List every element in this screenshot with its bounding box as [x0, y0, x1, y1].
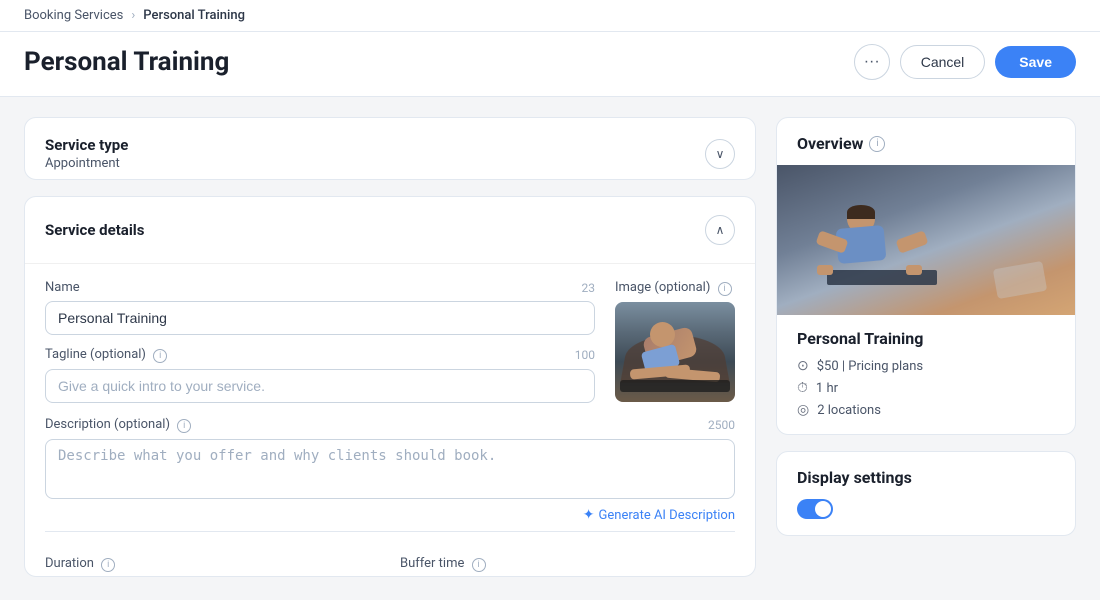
- description-textarea[interactable]: [45, 439, 735, 499]
- image-upload-box[interactable]: [615, 302, 735, 402]
- clock-icon: ⏱: [797, 380, 808, 396]
- sparkle-icon: ✦: [583, 507, 595, 523]
- service-details-card-header: Service details ∧: [25, 197, 755, 263]
- duration-buffer-row: Duration i 30 minutes 45 minutes 1 hour …: [45, 540, 735, 577]
- name-group: Name 23 Tagline (optional) i 100: [45, 280, 595, 403]
- breadcrumb-current: Personal Training: [143, 8, 245, 23]
- tagline-group: Tagline (optional) i 100: [45, 347, 595, 403]
- overview-img-inner: [777, 165, 1075, 315]
- name-label: Name: [45, 280, 80, 295]
- save-button[interactable]: Save: [995, 46, 1076, 78]
- location-icon: ◎: [797, 402, 809, 418]
- service-type-heading: Service type: [45, 136, 128, 154]
- page-title: Personal Training: [24, 47, 229, 77]
- buffer-label: Buffer time i: [400, 556, 486, 572]
- overview-meta: ⊙ $50 | Pricing plans ⏱ 1 hr ◎ 2 locatio…: [797, 358, 1055, 418]
- overview-body: Personal Training ⊙ $50 | Pricing plans …: [777, 315, 1075, 434]
- side-panel: Overview i: [776, 117, 1076, 577]
- tagline-info-icon[interactable]: i: [153, 349, 167, 363]
- description-char-count: 2500: [708, 418, 735, 432]
- service-type-collapse-button[interactable]: ∨: [705, 139, 735, 169]
- overview-locations: 2 locations: [817, 403, 881, 418]
- duration-label-row: Duration i: [45, 556, 380, 572]
- tagline-label-row: Tagline (optional) i 100: [45, 347, 595, 363]
- buffer-group: Buffer time i None 5 minutes 10 minutes …: [400, 556, 735, 577]
- breadcrumb-bar: Booking Services › Personal Training: [0, 0, 1100, 32]
- image-label-row: Image (optional) i: [615, 280, 735, 296]
- display-settings-title: Display settings: [797, 468, 1055, 487]
- display-toggle-row: [797, 499, 1055, 519]
- description-label-row: Description (optional) i 2500: [45, 417, 735, 433]
- service-type-card: Service type Appointment ∨: [24, 117, 756, 180]
- tagline-label: Tagline (optional) i: [45, 347, 167, 363]
- cancel-button[interactable]: Cancel: [900, 45, 986, 79]
- name-char-count: 23: [582, 281, 596, 295]
- image-upload-group: Image (optional) i: [615, 280, 735, 403]
- service-details-card: Service details ∧ Name 23: [24, 196, 756, 577]
- service-type-info: Service type Appointment: [45, 136, 128, 171]
- money-icon: ⊙: [797, 358, 809, 374]
- breadcrumb-parent[interactable]: Booking Services: [24, 8, 123, 23]
- service-details-info: Service details: [45, 221, 144, 239]
- overview-locations-item: ◎ 2 locations: [797, 402, 1055, 418]
- buffer-info-icon[interactable]: i: [472, 558, 486, 572]
- service-details-heading: Service details: [45, 221, 144, 239]
- tagline-char-count: 100: [575, 348, 595, 362]
- overview-title: Overview: [797, 134, 863, 153]
- description-group: Description (optional) i 2500 ✦ Generate…: [45, 417, 735, 523]
- overview-info-icon[interactable]: i: [869, 136, 885, 152]
- display-settings-card: Display settings: [776, 451, 1076, 536]
- name-label-row: Name 23: [45, 280, 595, 295]
- overview-duration-item: ⏱ 1 hr: [797, 380, 1055, 396]
- service-type-value: Appointment: [45, 156, 128, 171]
- display-toggle-switch[interactable]: [797, 499, 833, 519]
- overview-card: Overview i: [776, 117, 1076, 435]
- overview-price: $50 | Pricing plans: [817, 359, 923, 374]
- duration-info-icon[interactable]: i: [101, 558, 115, 572]
- content-area: Service type Appointment ∨ Service detai…: [0, 97, 1100, 597]
- image-label: Image (optional) i: [615, 280, 732, 296]
- overview-duration: 1 hr: [816, 381, 838, 396]
- tagline-input[interactable]: [45, 369, 595, 403]
- duration-label: Duration i: [45, 556, 115, 572]
- overview-header: Overview i: [777, 118, 1075, 165]
- name-image-row: Name 23 Tagline (optional) i 100: [45, 264, 735, 403]
- breadcrumb-separator: ›: [131, 8, 135, 23]
- page-header: Personal Training ··· Cancel Save: [0, 32, 1100, 97]
- description-info-icon[interactable]: i: [177, 419, 191, 433]
- header-actions: ··· Cancel Save: [854, 44, 1076, 80]
- chevron-down-icon: ∨: [716, 147, 725, 161]
- overview-service-name: Personal Training: [797, 329, 1055, 348]
- divider: [45, 531, 735, 532]
- overview-hero-image: [777, 165, 1075, 315]
- description-label: Description (optional) i: [45, 417, 191, 433]
- overview-price-item: ⊙ $50 | Pricing plans: [797, 358, 1055, 374]
- duration-group: Duration i 30 minutes 45 minutes 1 hour …: [45, 556, 380, 577]
- buffer-label-row: Buffer time i: [400, 556, 735, 572]
- service-details-body: Name 23 Tagline (optional) i 100: [25, 263, 755, 577]
- image-info-icon[interactable]: i: [718, 282, 732, 296]
- more-options-button[interactable]: ···: [854, 44, 890, 80]
- generate-ai-description-button[interactable]: ✦ Generate AI Description: [45, 507, 735, 523]
- service-details-collapse-button[interactable]: ∧: [705, 215, 735, 245]
- service-type-card-header: Service type Appointment ∨: [25, 118, 755, 180]
- name-input[interactable]: [45, 301, 595, 335]
- chevron-up-icon: ∧: [716, 223, 725, 237]
- main-panel: Service type Appointment ∨ Service detai…: [24, 117, 776, 577]
